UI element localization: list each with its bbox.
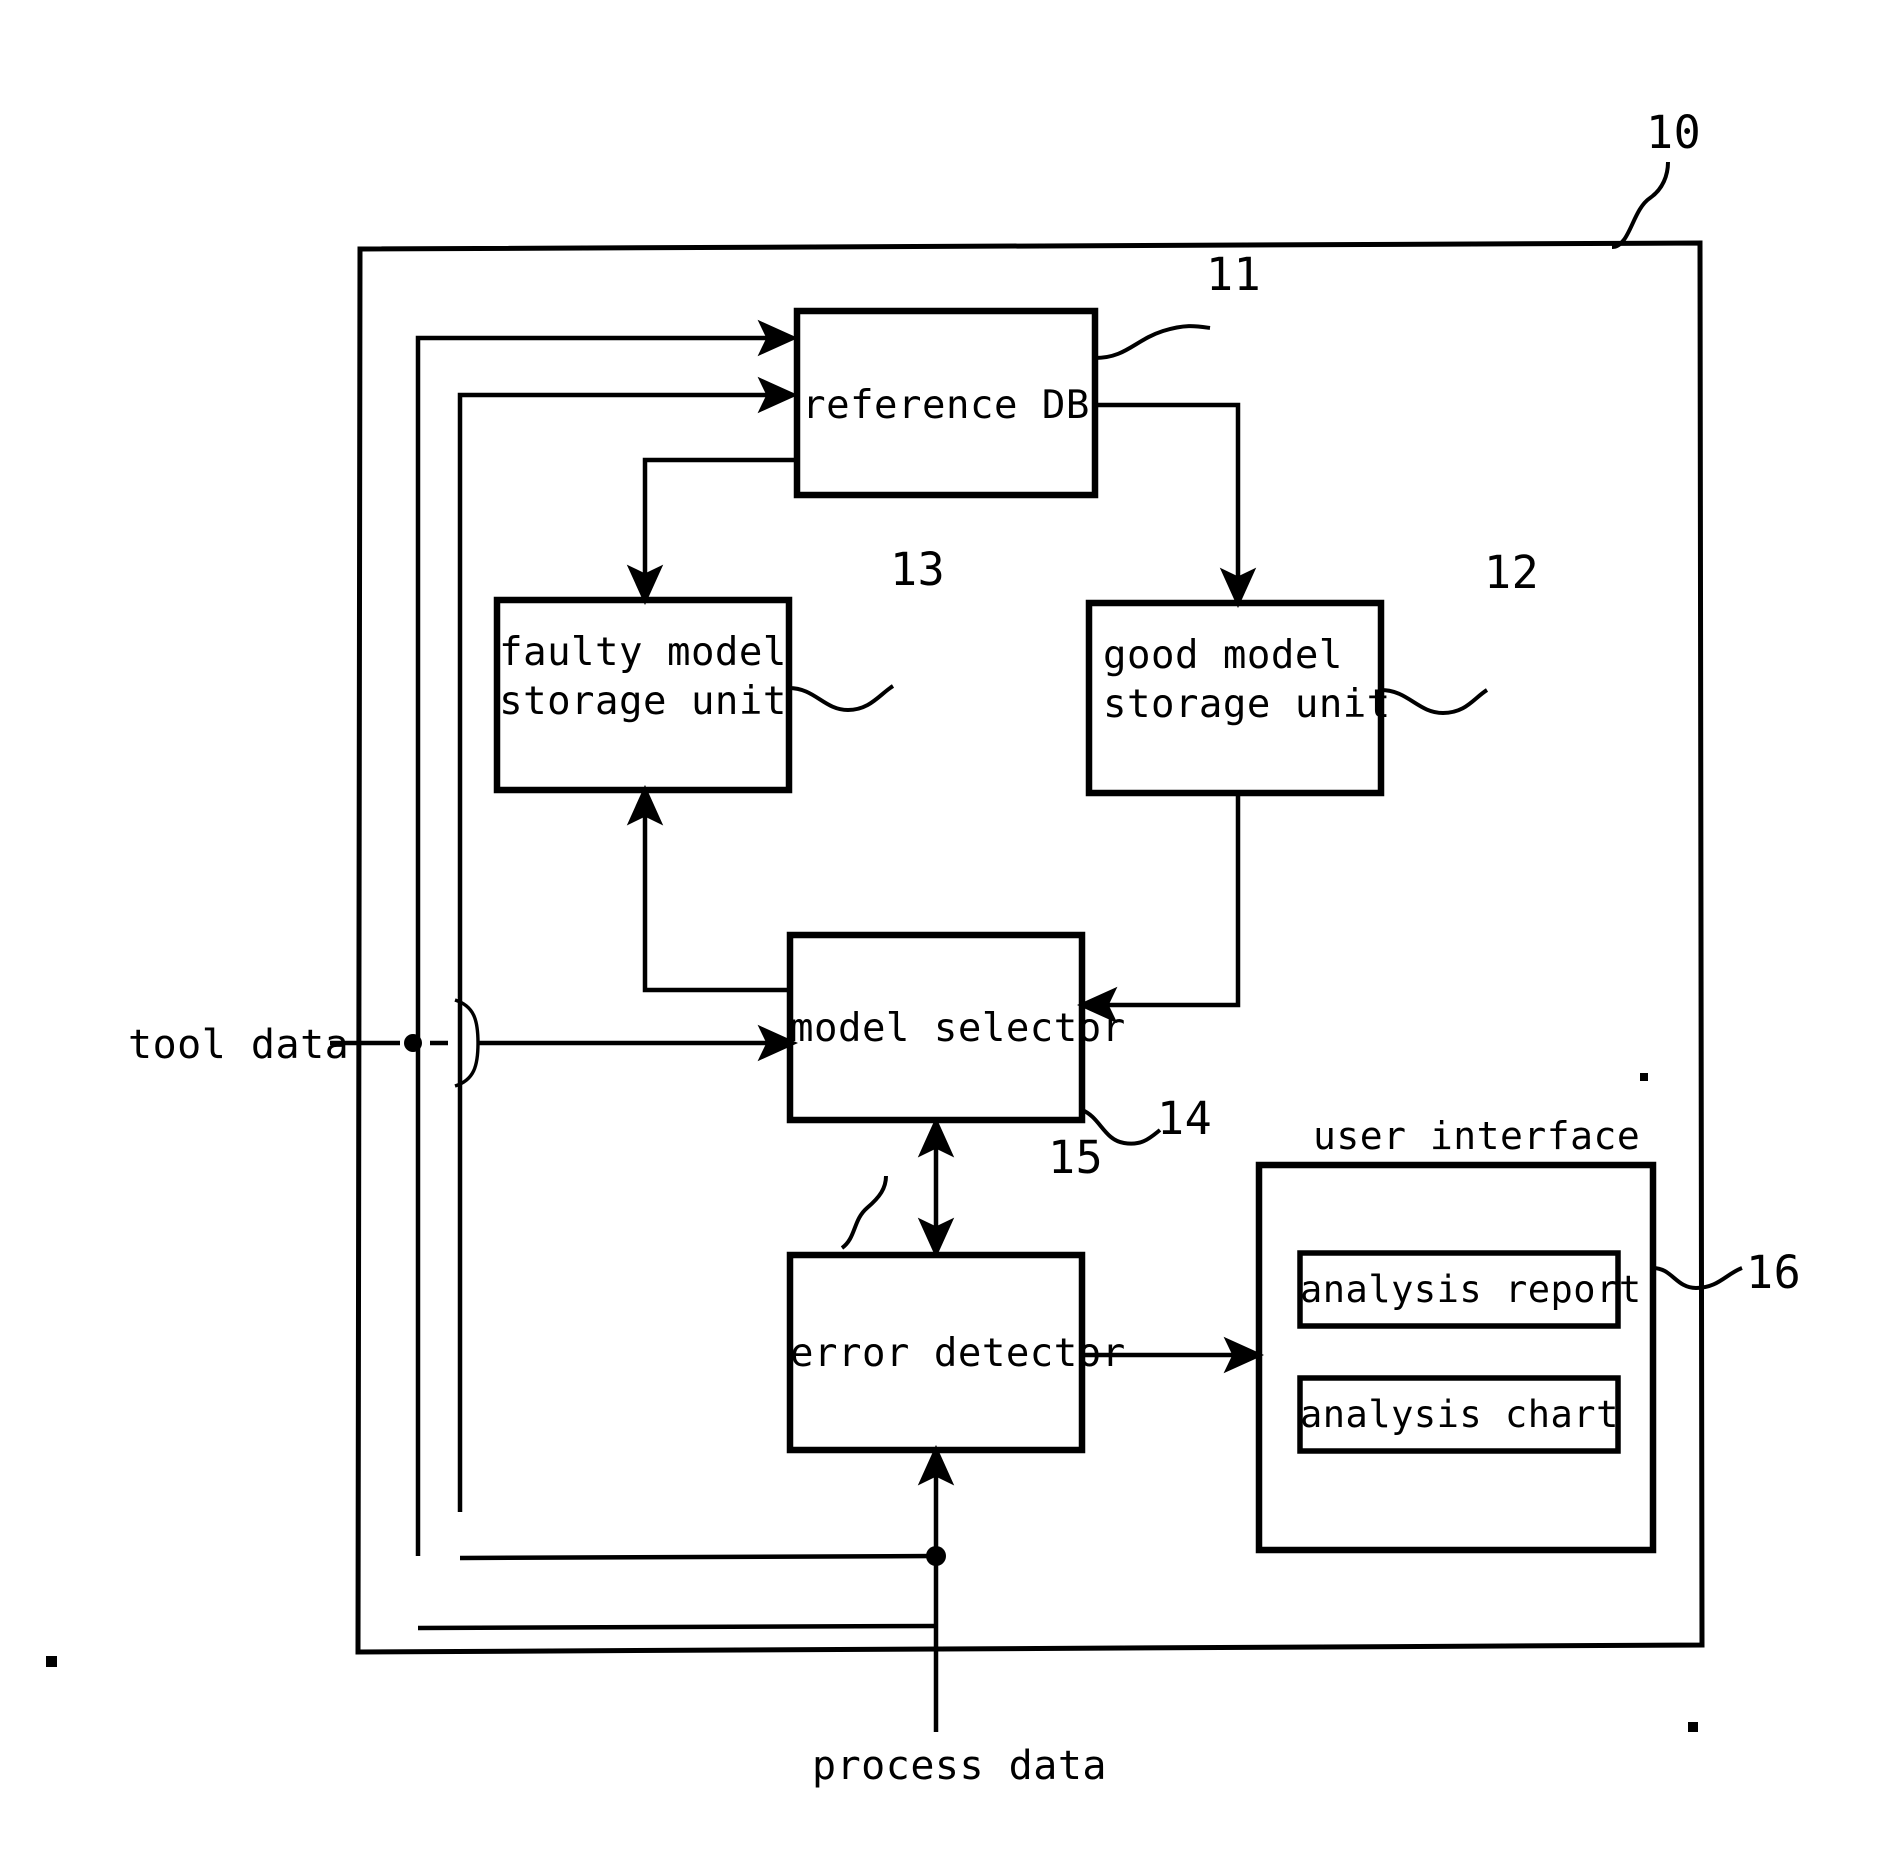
block-label-error-detector: error detector [790, 1331, 1126, 1376]
io-label-process-data: process data [812, 1743, 1107, 1789]
ref-numeral-system: 10 [1646, 106, 1702, 159]
ui-child-analysis-report[interactable]: analysis report [1300, 1267, 1641, 1312]
wire-bus-left-outer [415, 319, 799, 1556]
ref-numeral-reference-db: 11 [1206, 248, 1262, 301]
wire-refdb-to-faulty [626, 457, 797, 606]
block-label-reference-db: reference DB [802, 383, 1090, 428]
diagram-canvas [330, 161, 1743, 1732]
ui-child-analysis-chart[interactable]: analysis chart [1300, 1392, 1618, 1437]
wire-selector-to-faulty [626, 784, 790, 993]
block-label-user-interface: user interface [1313, 1114, 1641, 1158]
box-user-interface [1255, 1161, 1657, 1554]
wire-good-to-selector [1076, 793, 1241, 1024]
leader-15 [840, 1175, 888, 1250]
ref-numeral-faulty-model-storage: 13 [890, 543, 946, 596]
block-label-model-selector: model selector [790, 1006, 1126, 1051]
wire-tool-data [330, 998, 799, 1088]
leader-16 [1652, 1266, 1743, 1291]
ref-numeral-error-detector: 15 [1048, 1131, 1104, 1184]
block-label-faulty-model-line1: faulty model [499, 630, 787, 675]
leader-12 [1380, 688, 1489, 716]
ref-numeral-model-selector: 14 [1157, 1092, 1213, 1145]
ref-numeral-user-interface: 16 [1746, 1246, 1802, 1299]
leader-13 [788, 684, 895, 713]
leader-10 [1611, 161, 1670, 249]
leader-11 [1094, 324, 1211, 360]
figure-root: 10 reference DB 11 faulty model storage … [0, 0, 1885, 1852]
scan-speck-bottom-right [1688, 1722, 1698, 1732]
block-label-good-model-line1: good model [1103, 633, 1343, 678]
wire-feedback-inner [459, 1553, 937, 1561]
io-label-tool-data: tool data [128, 1022, 350, 1068]
block-label-faulty-model-line2: storage unit [499, 679, 787, 724]
ref-numeral-good-model-storage: 12 [1484, 546, 1540, 599]
scan-speck-left [46, 1656, 57, 1667]
wire-bus-left-inner [457, 376, 799, 1512]
wire-feedback-outer [417, 1623, 937, 1631]
wire-process-data [917, 1444, 955, 1732]
scan-speck-mid-right [1640, 1073, 1648, 1081]
block-label-good-model-line2: storage unit [1103, 682, 1391, 727]
wire-refdb-to-good [1095, 402, 1257, 609]
